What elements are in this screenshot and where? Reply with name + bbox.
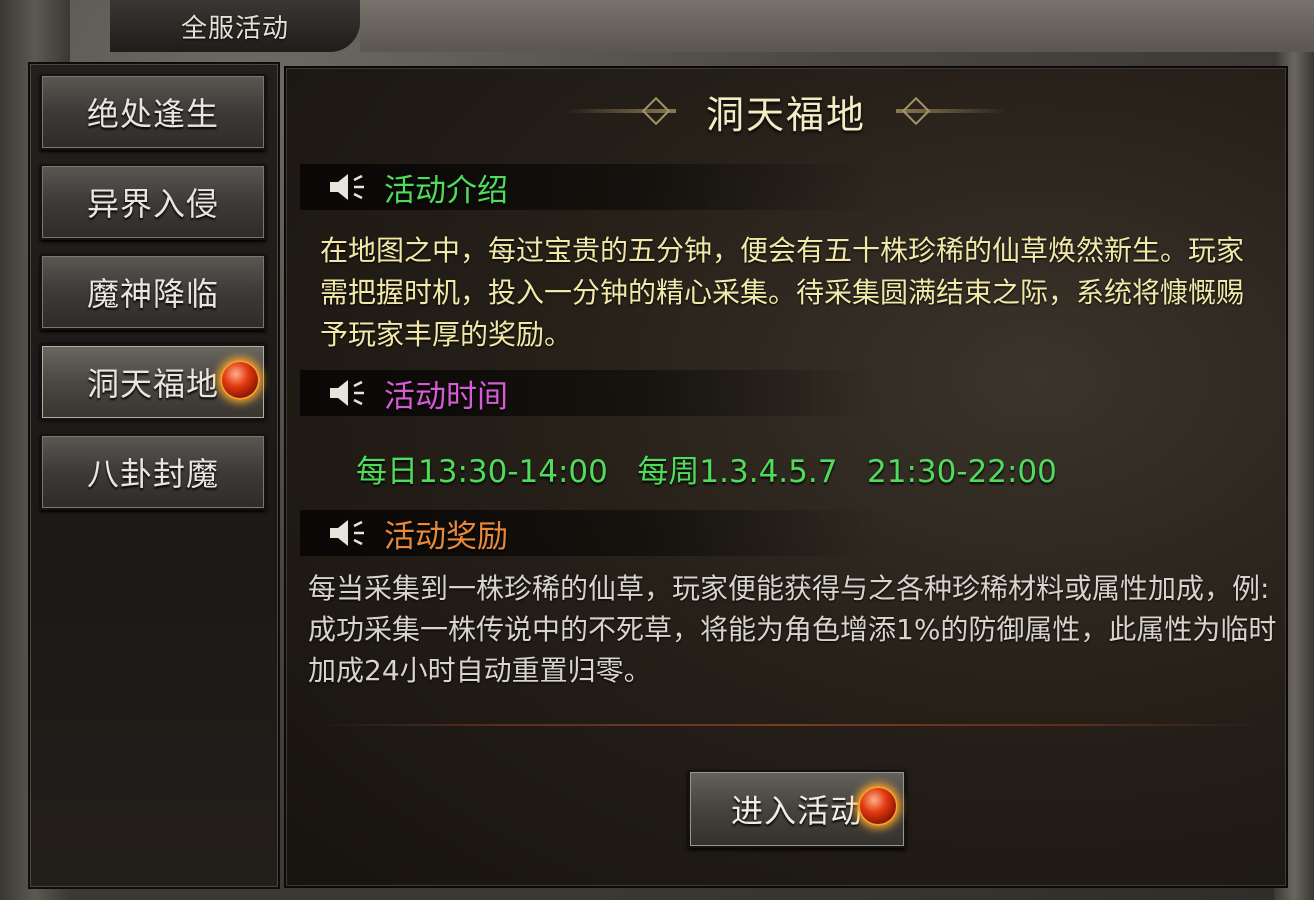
diamond-ornament-icon bbox=[896, 109, 1006, 113]
sidebar-item-label: 八卦封魔 bbox=[86, 455, 219, 493]
speaker-icon bbox=[330, 520, 364, 546]
sidebar-item-yi-jie-ru-qin[interactable]: 异界入侵 bbox=[40, 164, 266, 240]
sidebar-item-dong-tian-fu-di[interactable]: 洞天福地 bbox=[40, 344, 266, 420]
section-divider bbox=[316, 724, 1266, 726]
window-title-tab: 全服活动 bbox=[110, 0, 360, 52]
section-reward-header: 活动奖励 bbox=[300, 510, 880, 556]
activity-detail-panel: 洞天福地 活动介绍 在地图之中，每过宝贵的五分钟，便会有五十株珍稀的仙草焕然新生… bbox=[284, 66, 1288, 888]
sidebar-item-label: 洞天福地 bbox=[86, 365, 219, 403]
section-intro-label: 活动介绍 bbox=[384, 172, 508, 209]
enter-activity-label: 进入活动 bbox=[730, 792, 863, 830]
section-reward-label: 活动奖励 bbox=[384, 518, 508, 555]
window-title: 全服活动 bbox=[180, 13, 289, 44]
sidebar-item-label: 绝处逢生 bbox=[86, 95, 219, 133]
activity-time-text: 每日13:30-14:00 每周1.3.4.5.7 21:30-22:00 bbox=[356, 454, 1057, 490]
window-frame: 全服活动 绝处逢生 异界入侵 魔神降临 洞天福地 八卦封魔 洞天福地 活动介绍 … bbox=[0, 0, 1314, 900]
speaker-icon bbox=[330, 380, 364, 406]
sidebar-item-ba-gua-feng-mo[interactable]: 八卦封魔 bbox=[40, 434, 266, 510]
reward-text: 每当采集到一株珍稀的仙草，玩家便能获得与之各种珍稀材料或属性加成，例:成功采集一… bbox=[308, 572, 1277, 687]
sidebar-item-mo-shen-jiang-lin[interactable]: 魔神降临 bbox=[40, 254, 266, 330]
diamond-ornament-icon bbox=[565, 109, 676, 113]
intro-text: 在地图之中，每过宝贵的五分钟，便会有五十株珍稀的仙草焕然新生。玩家需把握时机，投… bbox=[320, 234, 1245, 351]
notification-orb-icon bbox=[220, 360, 260, 400]
enter-activity-button[interactable]: 进入活动 bbox=[688, 770, 906, 848]
section-intro-header: 活动介绍 bbox=[300, 164, 880, 210]
sidebar-item-jue-chu-feng-sheng[interactable]: 绝处逢生 bbox=[40, 74, 266, 150]
speaker-icon bbox=[330, 174, 364, 200]
activity-title: 洞天福地 bbox=[705, 92, 866, 137]
sidebar-item-label: 魔神降临 bbox=[86, 275, 219, 313]
notification-orb-icon bbox=[858, 786, 898, 826]
section-time-header: 活动时间 bbox=[300, 370, 880, 416]
panel-heading: 洞天福地 bbox=[286, 86, 1286, 137]
activity-sidebar: 绝处逢生 异界入侵 魔神降临 洞天福地 八卦封魔 bbox=[28, 62, 280, 889]
sidebar-item-label: 异界入侵 bbox=[86, 185, 219, 223]
frame-top-bar bbox=[360, 0, 1314, 52]
section-time-label: 活动时间 bbox=[384, 378, 508, 415]
